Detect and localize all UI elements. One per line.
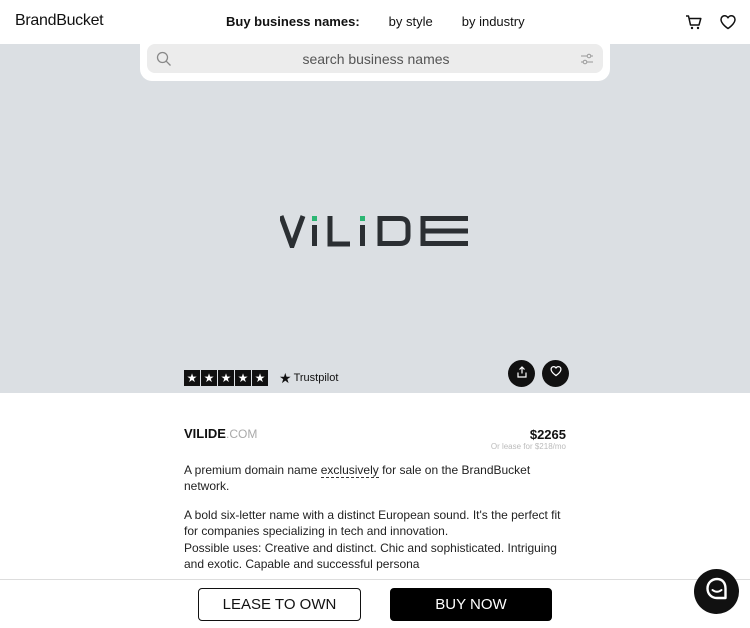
star-icon: ★: [201, 370, 217, 386]
purchase-bar: LEASE TO OWN BUY NOW: [0, 579, 750, 628]
exclusively-link[interactable]: exclusively: [320, 463, 379, 478]
filter-icon[interactable]: [580, 52, 594, 66]
intro-text-start: A premium domain name: [184, 463, 321, 477]
trustpilot-star-icon: ★: [279, 369, 292, 386]
main-nav: Buy business names: by style by industry: [226, 14, 554, 29]
nav-link-by-industry[interactable]: by industry: [462, 14, 525, 29]
domain-name: VILIDE: [184, 426, 226, 441]
nav-link-by-style[interactable]: by style: [389, 14, 433, 29]
heart-icon: [549, 364, 563, 383]
buy-now-button[interactable]: BUY NOW: [390, 588, 552, 621]
trustpilot-stars: ★ ★ ★ ★ ★: [184, 370, 268, 386]
lease-to-own-button[interactable]: LEASE TO OWN: [198, 588, 361, 621]
search-icon[interactable]: [156, 51, 172, 67]
domain-tld: .COM: [226, 427, 258, 441]
search-bar: [140, 44, 610, 81]
hero-banner: ★ ★ ★ ★ ★ ★ Trustpilot: [0, 44, 750, 393]
chat-icon: [704, 576, 730, 607]
star-icon: ★: [235, 370, 251, 386]
search-input[interactable]: [181, 44, 571, 73]
search-box: [147, 44, 603, 73]
listing-description: A bold six-letter name with a distinct E…: [184, 508, 561, 538]
domain-price: $2265: [529, 427, 566, 442]
nav-title: Buy business names:: [226, 14, 360, 29]
lease-price-note: Or lease for $218/mo: [490, 442, 566, 451]
trustpilot-rating[interactable]: ★ ★ ★ ★ ★ ★ Trustpilot: [184, 369, 338, 387]
listing-intro: A premium domain name exclusively for sa…: [184, 462, 564, 494]
site-header: BrandBucket Buy business names: by style…: [0, 0, 750, 44]
heart-icon[interactable]: [718, 12, 738, 32]
favorite-button[interactable]: [542, 360, 569, 387]
share-icon: [516, 365, 528, 383]
trustpilot-label: Trustpilot: [293, 372, 339, 384]
star-icon: ★: [218, 370, 234, 386]
site-logo[interactable]: BrandBucket: [15, 12, 104, 30]
trustpilot-logo: ★ Trustpilot: [279, 370, 338, 387]
star-icon: ★: [184, 370, 200, 386]
chat-button[interactable]: [694, 569, 739, 614]
star-icon: ★: [252, 370, 268, 386]
share-button[interactable]: [508, 360, 535, 387]
cart-icon[interactable]: [684, 12, 704, 32]
listing-possible-uses: Possible uses: Creative and distinct. Ch…: [184, 541, 557, 571]
brand-logo: [280, 215, 468, 248]
